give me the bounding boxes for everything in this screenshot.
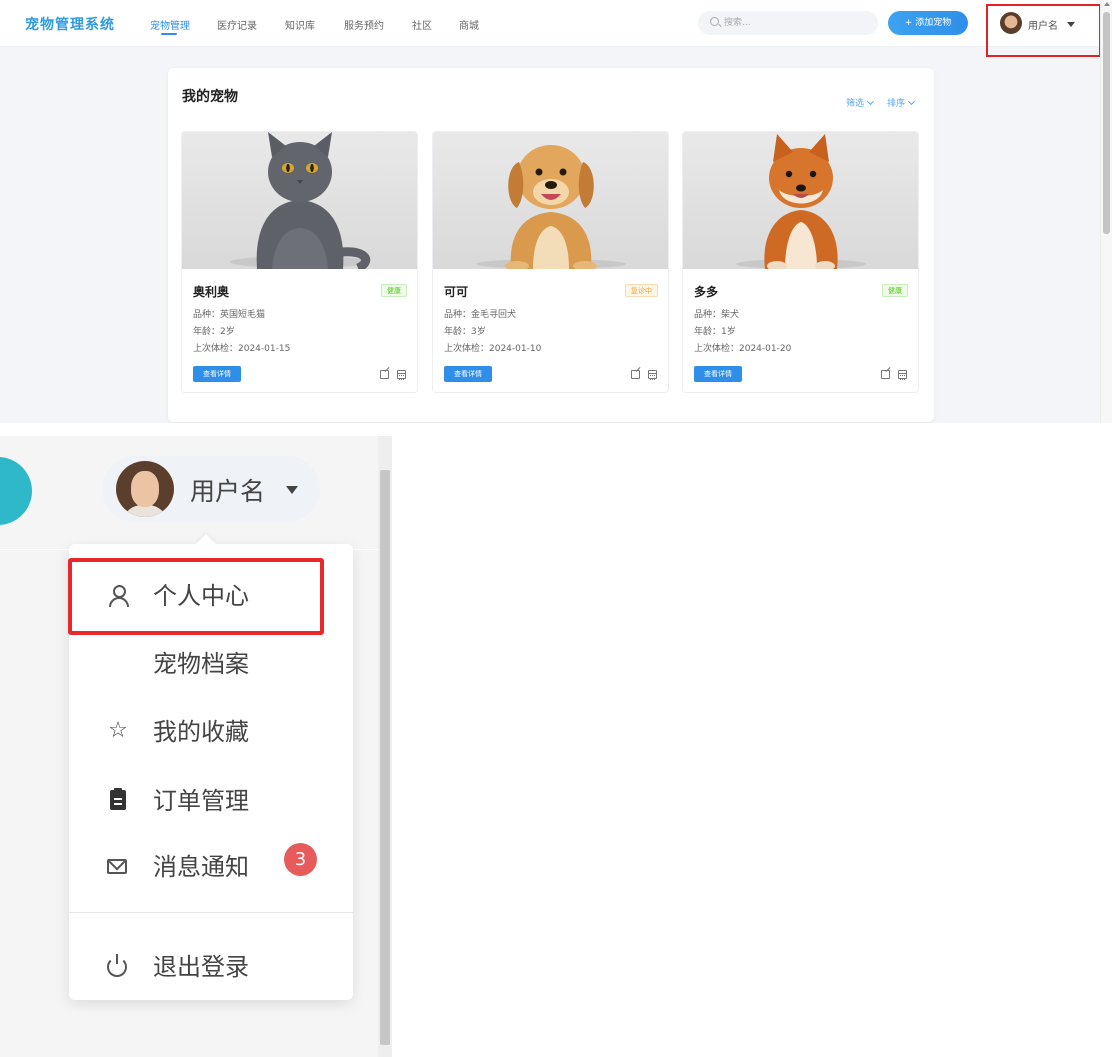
scrollbar-thumb[interactable] [380, 470, 390, 1045]
power-icon [107, 954, 127, 977]
page-scrollbar[interactable] [378, 436, 392, 1057]
menu-item-notifications[interactable]: 消息通知 3 [69, 833, 353, 897]
pet-name: 多多 [694, 285, 719, 299]
scroll-up-icon[interactable] [1104, 2, 1110, 6]
clipboard-icon [110, 788, 126, 810]
view-detail-button[interactable]: 查看详情 [694, 366, 742, 382]
user-menu-trigger[interactable]: 用户名 [102, 456, 320, 522]
cat-illustration [230, 132, 371, 269]
nav-pet-management[interactable]: 宠物管理 [150, 17, 190, 32]
add-pet-button[interactable]: + 添加宠物 [888, 11, 968, 35]
user-menu-zoom-screenshot: 用户名 个人中心 宠物档案 ☆ 我的收藏 订单管理 消息通知 3 退出登录 [0, 436, 392, 1057]
status-badge: 健康 [381, 284, 407, 297]
pet-last-check: 上次体检：2024-01-15 [193, 344, 291, 354]
highlight-box-user-menu [986, 4, 1101, 57]
pet-card: 奥利奥 健康 品种：英国短毛猫 年龄：2岁 上次体检：2024-01-15 查看… [181, 131, 418, 393]
menu-item-favorites[interactable]: ☆ 我的收藏 [69, 698, 353, 762]
filter-label: 筛选 [846, 99, 865, 109]
mail-icon [107, 859, 127, 874]
avatar [116, 461, 174, 517]
search-input[interactable] [724, 15, 864, 31]
main-screenshot: 宠物管理系统 宠物管理 医疗记录 知识库 服务预约 社区 商城 + 添加宠物 用… [0, 0, 1112, 423]
pet-age: 年龄：1岁 [694, 327, 736, 337]
pet-last-check: 上次体检：2024-01-20 [694, 344, 792, 354]
menu-item-logout[interactable]: 退出登录 [69, 933, 353, 997]
menu-item-label: 我的收藏 [153, 718, 249, 746]
nav-service-booking[interactable]: 服务预约 [344, 17, 384, 32]
pet-last-check: 上次体检：2024-01-10 [444, 344, 542, 354]
cat-photo [182, 132, 417, 269]
pet-name: 可可 [444, 285, 469, 299]
menu-item-pet-records[interactable]: 宠物档案 [69, 630, 353, 694]
scrollbar-thumb[interactable] [1103, 12, 1110, 234]
golden-retriever-illustration [476, 145, 626, 269]
nav-knowledge-base[interactable]: 知识库 [285, 17, 315, 32]
caret-down-icon [286, 486, 298, 494]
add-pet-button-partial[interactable] [0, 457, 32, 525]
pet-age: 年龄：2岁 [193, 327, 235, 337]
menu-item-label: 退出登录 [153, 953, 249, 981]
search-icon [710, 17, 719, 26]
nav-medical-records[interactable]: 医疗记录 [217, 17, 257, 32]
golden-retriever-photo [433, 132, 668, 269]
edit-icon[interactable] [631, 370, 640, 379]
brand-logo[interactable]: 宠物管理系统 [25, 14, 115, 34]
edit-icon[interactable] [881, 370, 890, 379]
view-detail-button[interactable]: 查看详情 [193, 366, 241, 382]
my-pets-panel: 我的宠物 筛选 排序 奥利奥 健康 品种：英国短毛猫 年龄：2岁 上次体检：20… [168, 68, 934, 422]
notification-count-badge: 3 [284, 843, 317, 876]
star-icon: ☆ [108, 718, 128, 743]
chevron-down-icon [907, 97, 916, 106]
shiba-photo [683, 132, 918, 269]
menu-divider [69, 912, 353, 913]
edit-icon[interactable] [380, 370, 389, 379]
pet-card: 多多 健康 品种：柴犬 年龄：1岁 上次体检：2024-01-20 查看详情 [682, 131, 919, 393]
nav-active-indicator [161, 33, 177, 35]
sort-label: 排序 [887, 99, 906, 109]
search-box[interactable] [698, 11, 878, 35]
pet-breed: 品种：柴犬 [694, 310, 740, 320]
pet-name: 奥利奥 [193, 285, 230, 299]
menu-item-orders[interactable]: 订单管理 [69, 767, 353, 831]
chevron-down-icon [866, 97, 875, 106]
username-label: 用户名 [190, 477, 266, 506]
nav-shop[interactable]: 商城 [459, 17, 479, 32]
pet-card: 可可 复诊中 品种：金毛寻回犬 年龄：3岁 上次体检：2024-01-10 查看… [432, 131, 669, 393]
shiba-illustration [736, 134, 866, 269]
status-badge: 健康 [882, 284, 908, 297]
pet-breed: 品种：金毛寻回犬 [444, 310, 517, 320]
status-badge: 复诊中 [625, 284, 658, 297]
filter-dropdown[interactable]: 筛选 [846, 96, 875, 109]
page-scrollbar[interactable] [1100, 0, 1112, 423]
pet-age: 年龄：3岁 [444, 327, 486, 337]
menu-item-label: 订单管理 [153, 787, 249, 815]
calendar-icon[interactable] [648, 370, 657, 380]
pet-breed: 品种：英国短毛猫 [193, 310, 266, 320]
calendar-icon[interactable] [898, 370, 907, 380]
menu-item-label: 宠物档案 [153, 650, 249, 678]
panel-title: 我的宠物 [182, 89, 238, 105]
calendar-icon[interactable] [397, 370, 406, 380]
top-navbar: 宠物管理系统 宠物管理 医疗记录 知识库 服务预约 社区 商城 + 添加宠物 用… [0, 0, 1100, 47]
nav-community[interactable]: 社区 [412, 17, 432, 32]
view-detail-button[interactable]: 查看详情 [444, 366, 492, 382]
sort-dropdown[interactable]: 排序 [887, 96, 916, 109]
menu-item-label: 消息通知 [153, 853, 249, 881]
highlight-box-profile [68, 558, 324, 635]
